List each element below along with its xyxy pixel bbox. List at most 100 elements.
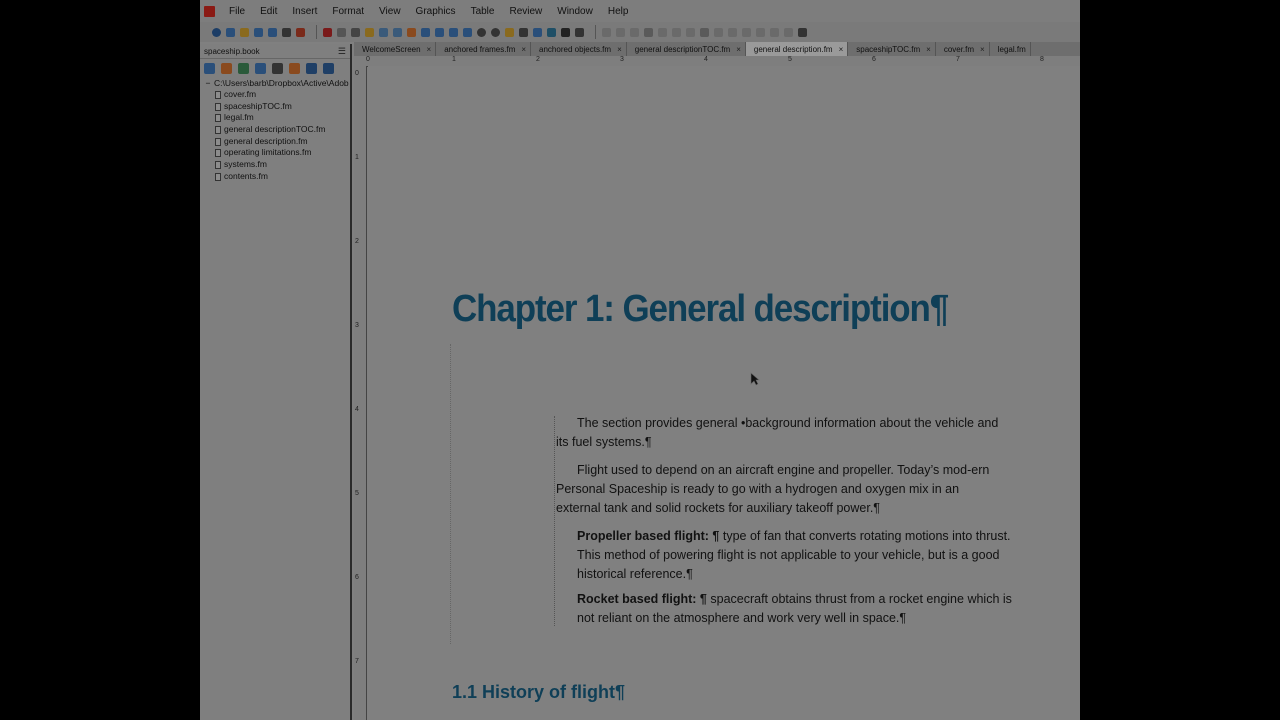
table-cell-icon[interactable] (630, 27, 639, 37)
move-down-icon[interactable] (323, 62, 334, 74)
tab-general-description-toc[interactable]: general descriptionTOC.fm × (627, 42, 746, 56)
menu-format[interactable]: Format (326, 6, 373, 17)
book-file-item[interactable]: general description.fm (200, 136, 350, 148)
table-ruling-icon[interactable] (756, 27, 765, 37)
book-file-item[interactable]: spaceshipTOC.fm (200, 101, 350, 113)
paste-icon[interactable] (365, 27, 374, 37)
tab-cover[interactable]: cover.fm × (936, 42, 990, 56)
flight-paragraph[interactable]: Flight used to depend on an aircraft eng… (556, 461, 1000, 518)
graph-icon[interactable] (435, 27, 444, 37)
update-book-icon[interactable] (238, 62, 249, 74)
close-icon[interactable]: × (617, 45, 622, 54)
tab-anchored-objects[interactable]: anchored objects.fm × (531, 42, 627, 56)
variable-icon[interactable] (575, 27, 584, 37)
lock-icon[interactable] (296, 27, 305, 37)
table-format-icon[interactable] (700, 27, 709, 37)
table-remove-icon[interactable] (672, 27, 681, 37)
table-grid-icon[interactable] (784, 27, 793, 37)
save-icon[interactable] (254, 27, 263, 37)
print-icon[interactable] (282, 27, 291, 37)
chart-icon[interactable] (449, 27, 458, 37)
close-icon[interactable]: × (736, 45, 741, 54)
document-page[interactable]: Chapter 1: General description¶ The sect… (368, 66, 1080, 720)
frame-icon[interactable] (407, 27, 416, 37)
book-file-item[interactable]: general descriptionTOC.fm (200, 124, 350, 136)
save-book-icon[interactable] (255, 62, 266, 74)
table-sort-icon[interactable] (742, 27, 751, 37)
collapse-icon[interactable]: − (204, 77, 212, 89)
save-as-icon[interactable] (268, 27, 277, 37)
book-file-item[interactable]: systems.fm (200, 159, 350, 171)
table-col-icon[interactable] (616, 27, 625, 37)
anchor-icon[interactable] (505, 27, 514, 37)
zoom-in-icon[interactable] (477, 27, 486, 37)
move-up-icon[interactable] (306, 62, 317, 74)
chapter-title[interactable]: Chapter 1: General description¶ (452, 288, 949, 331)
table-align-icon[interactable] (686, 27, 695, 37)
ruler-tick: 2 (355, 238, 359, 245)
rocket-flight-item[interactable]: Rocket based flight: ¶ spacecraft obtain… (556, 590, 1021, 628)
table-join-icon[interactable] (714, 27, 723, 37)
close-icon[interactable]: × (839, 45, 844, 54)
section-heading[interactable]: 1.1 History of flight¶ (452, 682, 625, 703)
menu-view[interactable]: View (373, 6, 410, 17)
book-file-label: general description.fm (224, 135, 308, 146)
book-file-label: spaceshipTOC.fm (224, 100, 292, 111)
link-icon[interactable] (463, 27, 472, 37)
vertical-ruler[interactable]: 0 1 2 3 4 5 6 7 (354, 66, 367, 720)
help-icon[interactable] (212, 27, 221, 37)
book-file-item[interactable]: contents.fm (200, 171, 350, 183)
cut-icon[interactable] (337, 27, 346, 37)
menu-help[interactable]: Help (602, 6, 638, 17)
zoom-out-icon[interactable] (491, 27, 500, 37)
intro-paragraph[interactable]: The section provides general •background… (556, 414, 1000, 452)
delete-icon[interactable] (323, 27, 332, 37)
add-file-icon[interactable] (204, 62, 215, 74)
new-document-icon[interactable] (226, 27, 235, 37)
sigma-icon[interactable] (561, 27, 570, 37)
menu-file[interactable]: File (223, 6, 254, 17)
table-icon[interactable] (533, 27, 542, 37)
paragraph-icon[interactable] (421, 27, 430, 37)
book-root-item[interactable]: − C:\Users\barb\Dropbox\Active\Adob (200, 77, 350, 89)
menu-graphics[interactable]: Graphics (410, 6, 465, 17)
book-file-item[interactable]: legal.fm (200, 112, 350, 124)
open-folder-icon[interactable] (240, 27, 249, 37)
package-icon[interactable] (289, 62, 300, 74)
table-straddle-icon[interactable] (644, 27, 653, 37)
tab-welcome-screen[interactable]: WelcomeScreen × (354, 42, 437, 56)
book-file-item[interactable]: cover.fm (200, 89, 350, 101)
menu-window[interactable]: Window (551, 6, 602, 17)
table-split-icon[interactable] (728, 27, 737, 37)
table-row-icon[interactable] (602, 27, 611, 37)
toolbar-menu-icon[interactable] (798, 27, 807, 37)
tab-label: cover.fm (943, 44, 975, 54)
ruler-tick: 5 (355, 490, 359, 497)
text-frame-border (450, 344, 452, 644)
book-file-item[interactable]: operating limitations.fm (200, 147, 350, 159)
tab-anchored-frames[interactable]: anchored frames.fm × (436, 42, 532, 56)
close-icon[interactable]: × (926, 45, 931, 54)
table-shade-icon[interactable] (770, 27, 779, 37)
panel-menu-icon[interactable]: ☰ (338, 46, 346, 57)
close-icon[interactable]: × (427, 45, 432, 54)
close-icon[interactable]: × (521, 45, 526, 54)
menu-edit[interactable]: Edit (254, 6, 286, 17)
tab-general-description[interactable]: general description.fm × (745, 42, 849, 56)
propeller-flight-item[interactable]: Propeller based flight: ¶ type of fan th… (556, 527, 1021, 584)
book-file-label: systems.fm (224, 159, 267, 170)
redo-icon[interactable] (393, 27, 402, 37)
table-add-icon[interactable] (658, 27, 667, 37)
menu-table[interactable]: Table (465, 6, 504, 17)
menu-review[interactable]: Review (503, 6, 551, 17)
copy-icon[interactable] (351, 27, 360, 37)
close-icon[interactable]: × (980, 45, 985, 54)
tab-legal[interactable]: legal.fm (990, 42, 1031, 56)
add-folder-icon[interactable] (221, 62, 232, 74)
insert-table-icon[interactable] (547, 27, 556, 37)
grid-icon[interactable] (519, 27, 528, 37)
undo-icon[interactable] (379, 27, 388, 37)
delete-file-icon[interactable] (272, 62, 283, 74)
menu-insert[interactable]: Insert (286, 6, 326, 17)
tab-spaceship-toc[interactable]: spaceshipTOC.fm × (848, 42, 936, 56)
